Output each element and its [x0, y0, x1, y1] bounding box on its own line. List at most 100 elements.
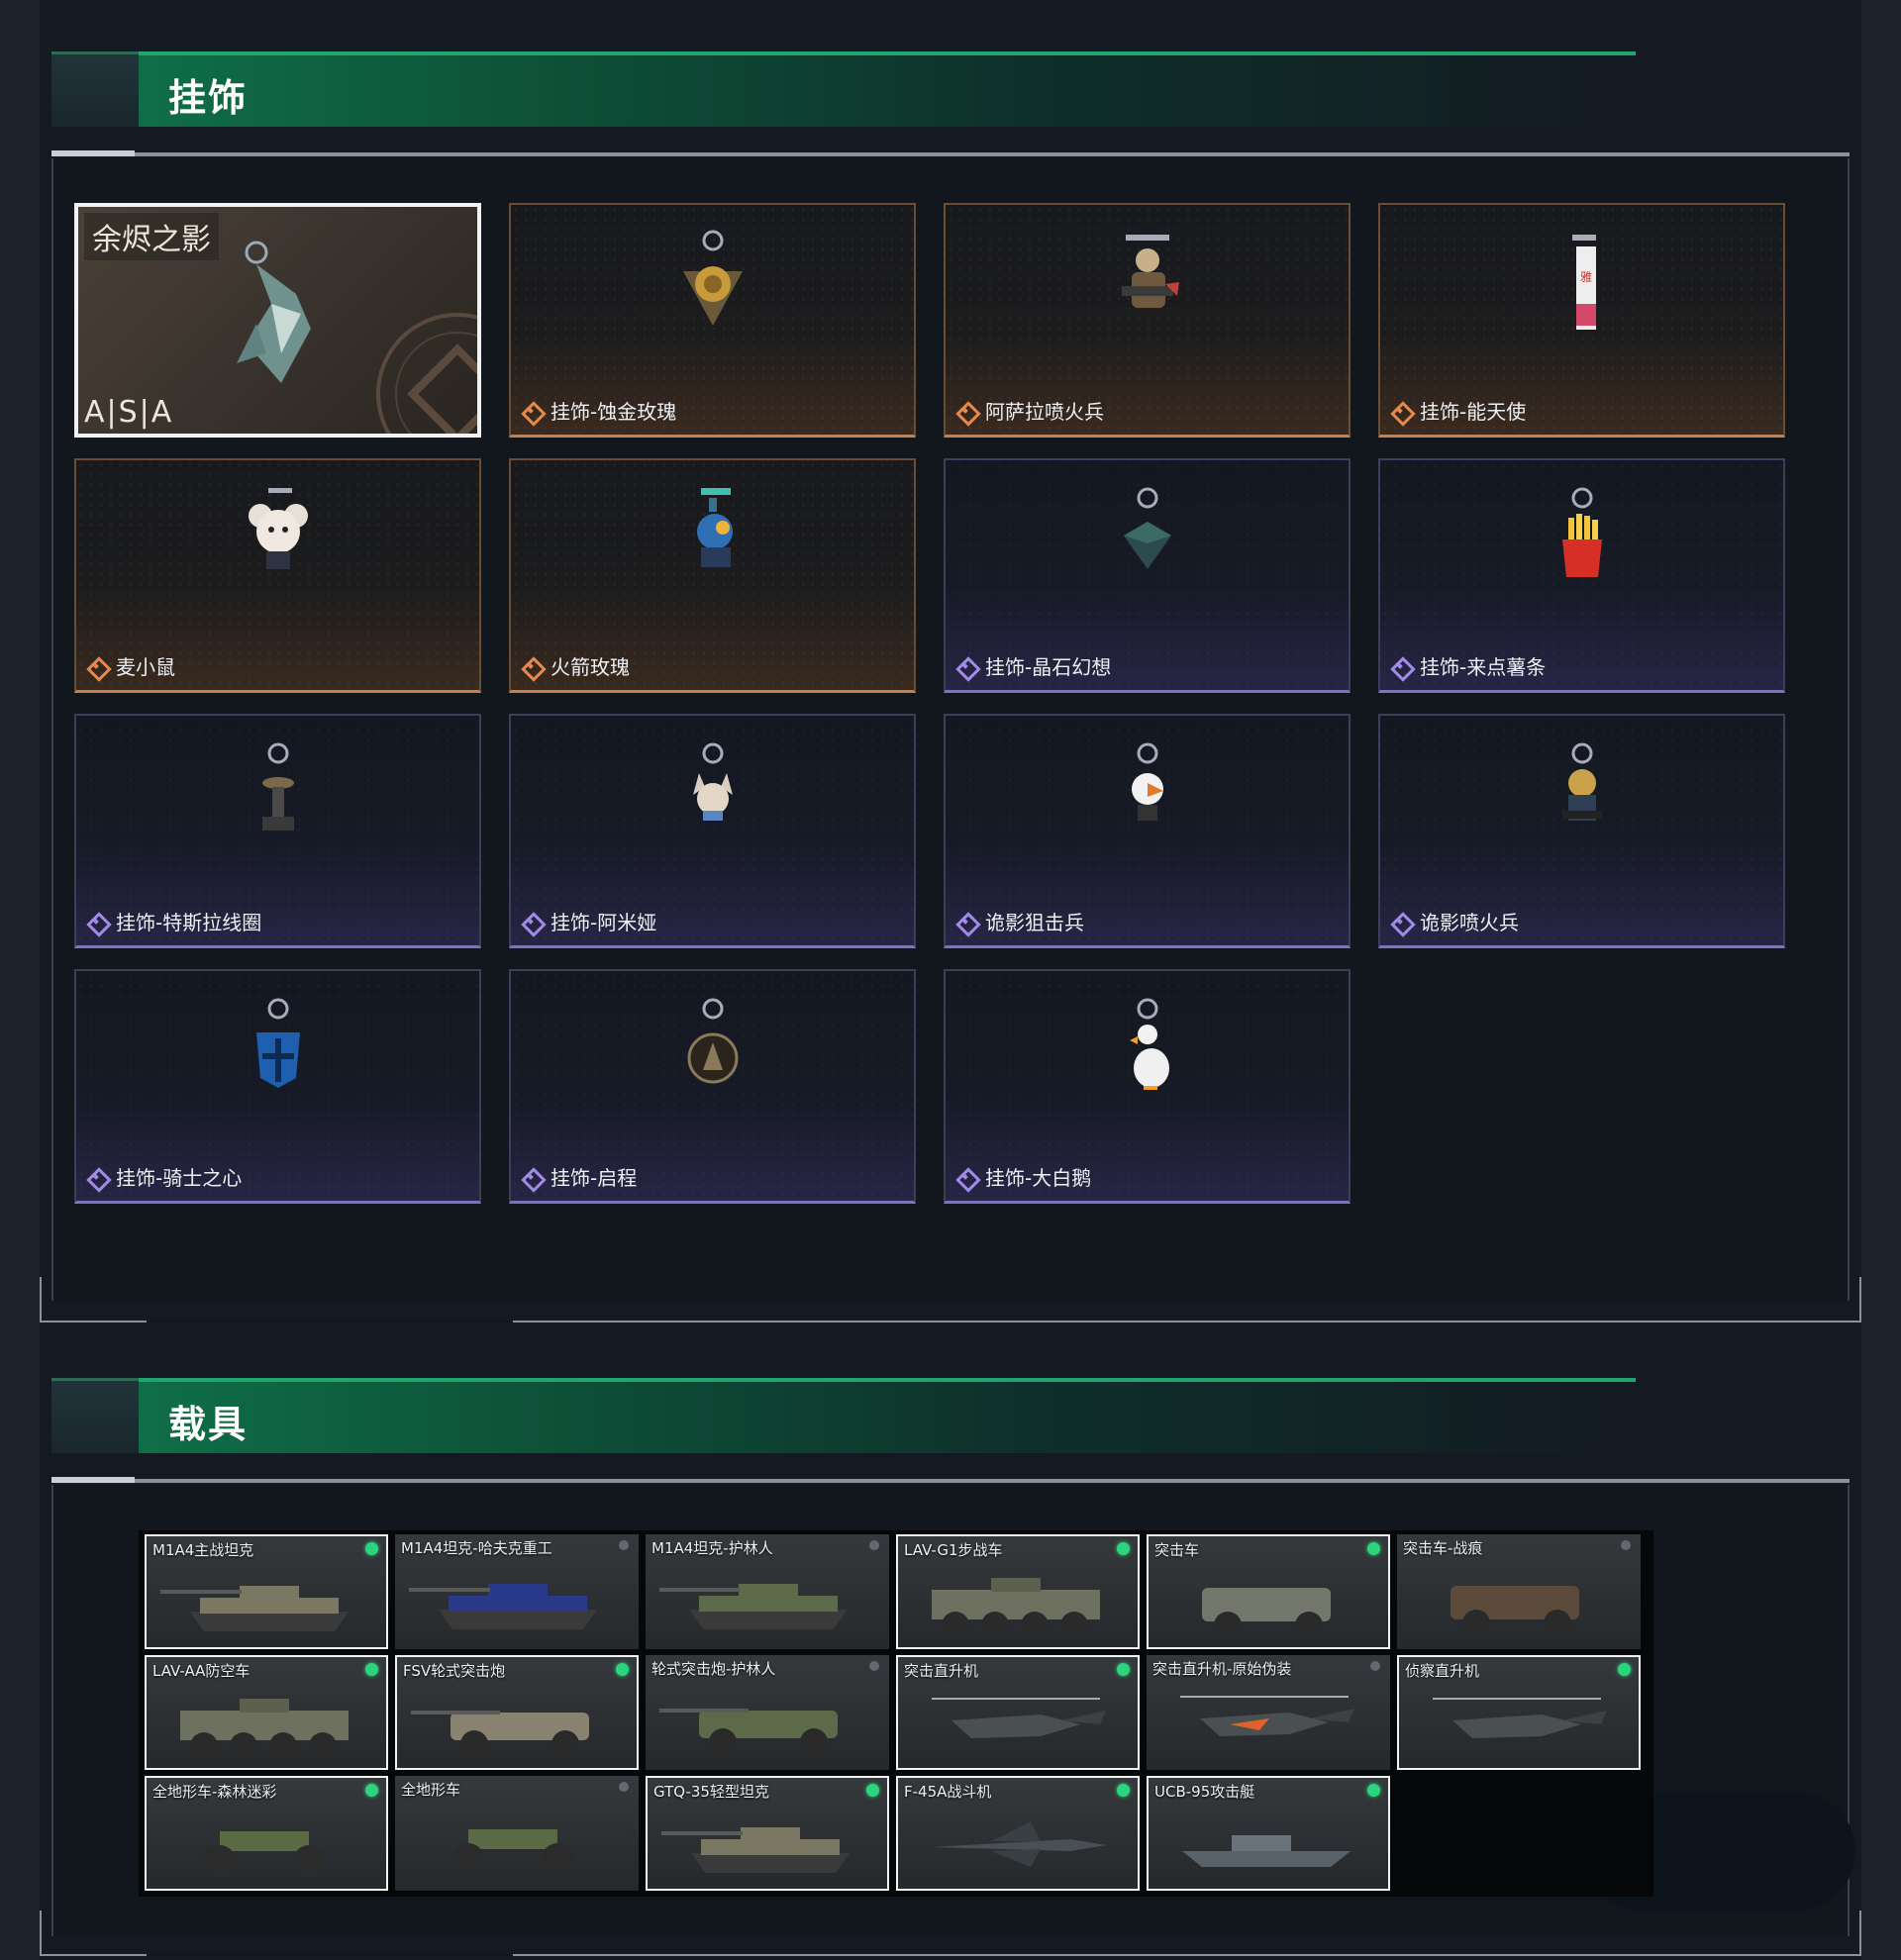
aa-vehicle-icon [180, 1699, 349, 1760]
asa-emblem-icon [376, 313, 477, 434]
header-stub [51, 51, 139, 127]
charm-name: 火箭玫瑰 [550, 655, 630, 679]
vehicle-name: 轮式突击炮-护林人 [651, 1660, 776, 1678]
rarity-diamond-icon [955, 656, 975, 676]
vehicle-name: 突击直升机 [904, 1662, 979, 1680]
featured-charm-title: 余烬之影 [84, 213, 219, 260]
tank-haavk-icon [409, 1584, 597, 1629]
vehicle-card[interactable]: M1A4主战坦克 [145, 1534, 388, 1649]
status-dot-icon [365, 1784, 378, 1797]
tank-icon [160, 1586, 349, 1631]
atv-icon [452, 1829, 573, 1875]
charm-name: 挂饰-骑士之心 [116, 1166, 243, 1190]
attack-helicopter-camo-icon [1180, 1696, 1354, 1736]
vehicle-card[interactable]: 突击车-战痕 [1397, 1534, 1641, 1649]
vehicle-card[interactable]: LAV-G1步战车 [896, 1534, 1140, 1649]
scout-helicopter-icon [1433, 1698, 1607, 1738]
charm-card[interactable]: 麦小鼠 [74, 458, 481, 693]
crystal-cube-charm-icon [1123, 487, 1171, 569]
charm-label-row: 阿萨拉喷火兵 [955, 396, 1104, 425]
vehicle-card[interactable]: GTQ-35轻型坦克 [646, 1776, 889, 1891]
rocket-rose-charm-icon [696, 488, 733, 567]
charm-label-row: 挂饰-晶石幻想 [955, 651, 1111, 680]
vehicle-card[interactable]: 全地形车 [395, 1776, 639, 1891]
charm-label-row: 挂饰-能天使 [1390, 396, 1526, 425]
charm-name: 挂饰-启程 [550, 1166, 638, 1190]
charm-label-row: 挂饰-启程 [521, 1162, 637, 1191]
rarity-diamond-icon [1390, 656, 1410, 676]
charms-panel-frame [40, 1277, 1861, 1323]
vehicle-card[interactable]: LAV-AA防空车 [145, 1655, 388, 1770]
featured-charm-card[interactable]: 余烬之影 A|S|A [74, 203, 481, 438]
right-bg-strip [1861, 0, 1901, 1960]
vehicle-card[interactable]: M1A4坦克-护林人 [646, 1534, 889, 1649]
vehicle-name: M1A4坦克-哈夫克重工 [401, 1539, 552, 1557]
charm-card[interactable]: 挂饰-来点薯条 [1378, 458, 1785, 693]
rarity-diamond-icon [521, 912, 541, 931]
charm-card[interactable]: 挂饰-晶石幻想 [944, 458, 1351, 693]
charm-card[interactable]: 火箭玫瑰 [509, 458, 916, 693]
charms-section-header: 挂饰 [51, 51, 1636, 127]
charms-section-underline [51, 150, 1850, 156]
status-dot-icon [1117, 1784, 1130, 1797]
charm-label-row: 火箭玫瑰 [521, 651, 630, 680]
charm-name: 诡影狙击兵 [985, 911, 1084, 934]
vehicle-name: 侦察直升机 [1405, 1662, 1480, 1680]
goose-charm-icon [1129, 998, 1169, 1090]
assault-car-icon [1202, 1588, 1331, 1639]
status-dot-icon [1621, 1540, 1631, 1550]
charm-card[interactable]: 挂饰-阿米娅 [509, 714, 916, 948]
charm-card[interactable]: 挂饰-大白鹅 [944, 969, 1351, 1204]
rarity-diamond-icon [86, 1167, 106, 1187]
vehicle-card[interactable]: 突击车 [1147, 1534, 1390, 1649]
rarity-diamond-icon [955, 1167, 975, 1187]
vehicle-name: 全地形车 [401, 1781, 461, 1799]
charm-name: 挂饰-大白鹅 [985, 1166, 1092, 1190]
charm-label-row: 挂饰-特斯拉线圈 [86, 907, 261, 935]
vehicle-card[interactable]: M1A4坦克-哈夫克重工 [395, 1534, 639, 1649]
vehicle-name: 突击直升机-原始伪装 [1152, 1660, 1292, 1678]
charm-card[interactable]: 挂饰-特斯拉线圈 [74, 714, 481, 948]
charms-section-title: 挂饰 [168, 76, 249, 120]
vehicle-name: 全地形车-森林迷彩 [152, 1783, 277, 1801]
header-bar [139, 51, 1636, 127]
vehicle-card[interactable]: 突击直升机-原始伪装 [1147, 1655, 1390, 1770]
tesla-coil-charm-icon [261, 742, 294, 831]
vehicle-name: LAV-AA防空车 [152, 1662, 250, 1680]
charm-card[interactable]: 诡影喷火兵 [1378, 714, 1785, 948]
attack-boat-icon [1182, 1835, 1351, 1867]
vehicle-name: GTQ-35轻型坦克 [653, 1783, 769, 1801]
status-dot-icon [1117, 1663, 1130, 1676]
charm-card[interactable]: 挂饰-启程 [509, 969, 916, 1204]
flamethrower-soldier-charm-icon [1121, 235, 1179, 308]
exusiai-tag-charm-icon: 雅 [1571, 235, 1596, 330]
left-bg-strip [0, 0, 40, 1960]
vehicle-card[interactable]: UCB-95攻击艇 [1147, 1776, 1390, 1891]
charm-card[interactable]: 挂饰-骑士之心 [74, 969, 481, 1204]
charm-card[interactable]: 雅挂饰-能天使 [1378, 203, 1785, 438]
status-dot-icon [616, 1663, 629, 1676]
status-dot-icon [1367, 1784, 1380, 1797]
charm-card[interactable]: 挂饰-蚀金玫瑰 [509, 203, 916, 438]
status-dot-icon [1117, 1542, 1130, 1555]
charm-card[interactable]: 阿萨拉喷火兵 [944, 203, 1351, 438]
ifv-icon [932, 1578, 1100, 1639]
vehicle-card[interactable]: 轮式突击炮-护林人 [646, 1655, 889, 1770]
charm-name: 诡影喷火兵 [1420, 911, 1519, 934]
vehicle-name: LAV-G1步战车 [904, 1541, 1003, 1559]
status-dot-icon [1370, 1661, 1380, 1671]
featured-charm-brand: A|S|A [84, 395, 174, 430]
vehicle-card[interactable]: 突击直升机 [896, 1655, 1140, 1770]
assault-car-scar-icon [1451, 1586, 1579, 1637]
wheeled-gun-icon [411, 1711, 589, 1758]
vehicle-card[interactable]: 侦察直升机 [1397, 1655, 1641, 1770]
vehicle-name: UCB-95攻击艇 [1154, 1783, 1255, 1801]
charm-card[interactable]: 诡影狙击兵 [944, 714, 1351, 948]
vehicle-card[interactable]: FSV轮式突击炮 [395, 1655, 639, 1770]
vehicle-card[interactable]: 全地形车-森林迷彩 [145, 1776, 388, 1891]
gold-rose-charm-icon [682, 230, 743, 326]
vehicle-card[interactable]: F-45A战斗机 [896, 1776, 1140, 1891]
rarity-diamond-icon [521, 656, 541, 676]
wheeled-gun-forest-icon [659, 1709, 838, 1756]
status-dot-icon [866, 1784, 879, 1797]
